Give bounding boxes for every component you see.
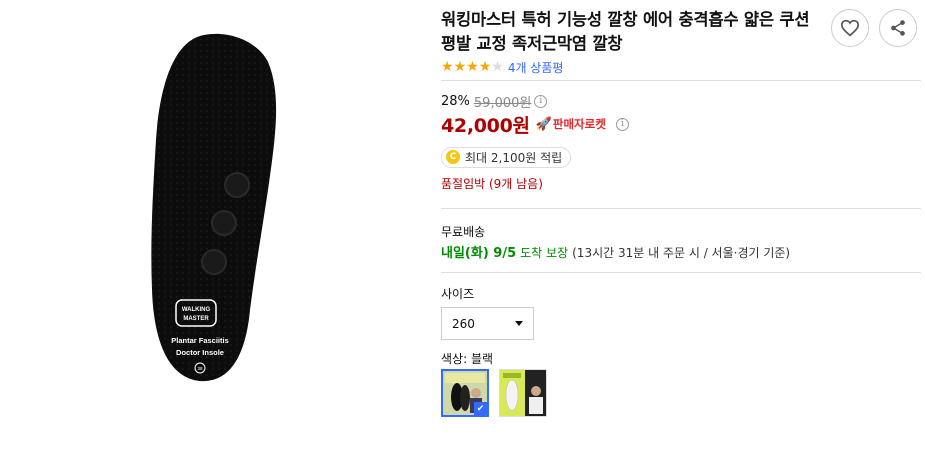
original-price: 59,000원 [473, 95, 532, 111]
share-button[interactable] [879, 9, 917, 47]
shipping-section: 무료배송 내일(화) 9/5 도착 보장 (13시간 31분 내 주문 시 / … [441, 209, 921, 261]
star-icon: ★ [441, 59, 454, 75]
white-insole-thumbnail [500, 370, 546, 416]
insole-print-line2: Doctor Insole [176, 348, 224, 357]
product-main-image: WALKING MASTER Plantar Fasciitis Doctor … [0, 0, 410, 406]
rocket-label: 판매자로켓 [552, 117, 606, 131]
wishlist-button[interactable] [831, 9, 869, 47]
size-label: 사이즈 [441, 287, 475, 301]
rocket-icon: 🚀 [535, 116, 552, 132]
color-swatch-black[interactable]: ✔ [441, 369, 489, 417]
coin-icon: C [446, 150, 460, 164]
cash-reward-badge: C 최대 2,100원 적립 [441, 146, 572, 168]
rocket-badge: 🚀 판매자로켓 [536, 116, 606, 132]
chevron-down-icon [515, 321, 523, 326]
insole-brand-line2: MASTER [183, 316, 209, 322]
share-icon [891, 20, 905, 36]
size-select-value: 260 [452, 316, 475, 331]
color-label: 색상: 블랙 [441, 350, 921, 366]
star-icon: ★ [466, 59, 479, 75]
free-shipping-label: 무료배송 [441, 225, 486, 239]
delivery-note: (13시간 31분 내 주문 시 / 서울·경기 기준) [572, 246, 791, 260]
product-info-panel: 워킹마스터 특허 기능성 깔창 에어 충격흡수 얇은 쿠션 평발 교정 족저근막… [441, 8, 921, 417]
heart-icon [840, 19, 860, 37]
size-option-section: 사이즈 260 [441, 273, 921, 340]
delivery-date: 내일(화) 9/5 [441, 246, 517, 261]
sale-price: 42,000원 [441, 114, 530, 137]
info-icon[interactable]: i [534, 94, 548, 108]
star-icon: ★ [453, 59, 467, 75]
star-empty-icon: ★ [491, 59, 504, 75]
delivery-guarantee: 도착 보장 [520, 246, 569, 260]
insole-brand-line1: WALKING [182, 307, 211, 313]
insole-size-mark: 38 [197, 366, 203, 371]
price-section: 28% 59,000원 i 42,000원 🚀 판매자로켓 i C 최대 2,1… [441, 81, 921, 191]
product-title: 워킹마스터 특허 기능성 깔창 에어 충격흡수 얇은 쿠션 평발 교정 족저근막… [441, 10, 810, 53]
insole-print-line1: Plantar Fasciitis [171, 336, 229, 345]
color-option-section: 색상: 블랙 ✔ [441, 350, 921, 417]
size-select[interactable]: 260 [441, 307, 534, 340]
color-label-value: 블랙 [470, 352, 494, 366]
star-icon: ★ [478, 59, 492, 75]
stock-warning: 품절임박 (9개 남음) [441, 177, 543, 191]
cash-reward-text: 최대 2,100원 적립 [465, 150, 563, 165]
insole-image: WALKING MASTER Plantar Fasciitis Doctor … [151, 33, 277, 382]
color-swatch-other[interactable] [499, 369, 547, 417]
color-label-prefix: 색상: [441, 352, 468, 366]
star-rating: ★ ★ ★ ★ ★ [441, 60, 504, 74]
color-swatches: ✔ [441, 369, 921, 417]
info-icon[interactable]: i [615, 117, 629, 131]
check-icon: ✔ [474, 402, 487, 415]
review-count-link[interactable]: 4개 상품평 [508, 59, 564, 76]
rating-row: ★ ★ ★ ★ ★ 4개 상품평 [441, 57, 921, 77]
discount-rate: 28% [441, 93, 470, 109]
